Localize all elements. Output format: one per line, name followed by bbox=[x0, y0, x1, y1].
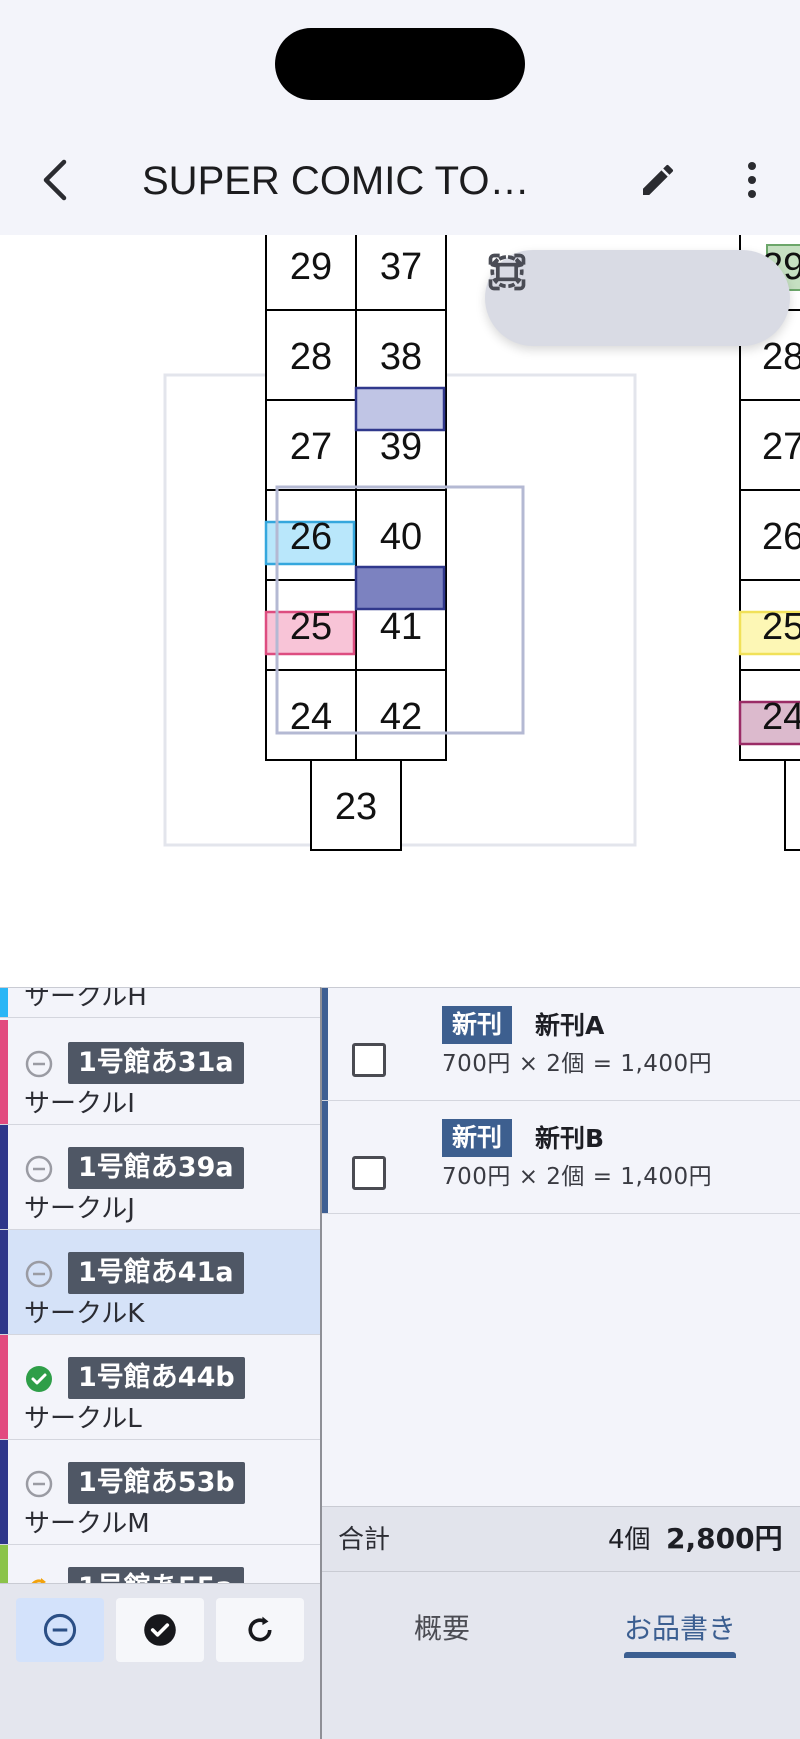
booth-number: 37 bbox=[380, 246, 422, 288]
color-stripe bbox=[0, 1230, 8, 1334]
space-code: 1号館あ53b bbox=[68, 1462, 245, 1504]
total-count: 4個 bbox=[608, 1525, 651, 1555]
tab-overview[interactable]: 概要 bbox=[382, 1604, 502, 1654]
booth-number: 25 bbox=[762, 606, 800, 648]
circle-list[interactable]: サークルH 1号館あ31a サークルI 1号館あ39a サークルJ 1号館あ41… bbox=[0, 987, 320, 1583]
booth-number: 24 bbox=[762, 696, 800, 738]
space-code: 1号館あ55a bbox=[68, 1567, 244, 1583]
item-name: 新刊B bbox=[535, 1124, 605, 1153]
filter-done-button[interactable] bbox=[116, 1598, 204, 1662]
booth-number: 29 bbox=[290, 246, 332, 288]
item-tag: 新刊 bbox=[442, 1119, 513, 1157]
item-panel: 新刊 新刊A 700円 × 2個 = 1,400円 新刊 新刊B 700円 × … bbox=[320, 987, 800, 1739]
space-code: 1号館あ44b bbox=[68, 1357, 245, 1399]
status-filter-bar bbox=[0, 1583, 320, 1739]
minus-circle-icon bbox=[43, 1613, 77, 1647]
bottom-tabs: 概要 お品書き bbox=[322, 1572, 800, 1739]
pending-status-icon bbox=[25, 1050, 53, 1078]
item-name: 新刊A bbox=[535, 1011, 605, 1040]
back-button[interactable] bbox=[30, 150, 80, 210]
item-checkbox[interactable] bbox=[352, 1156, 386, 1190]
tab-indicator bbox=[624, 1652, 736, 1658]
list-item[interactable]: 1号館あ55a bbox=[0, 1545, 320, 1583]
color-stripe bbox=[0, 1125, 8, 1229]
color-stripe bbox=[0, 1020, 8, 1124]
booth-number: 28 bbox=[762, 336, 800, 378]
app-bar: SUPER COMIC TOW… bbox=[0, 130, 800, 235]
color-stripe bbox=[0, 1335, 8, 1439]
booth-number: 27 bbox=[762, 426, 800, 468]
item-price: 700円 × 2個 = 1,400円 bbox=[442, 1164, 713, 1190]
item-row[interactable]: 新刊 新刊B 700円 × 2個 = 1,400円 bbox=[322, 1101, 800, 1214]
pending-status-icon bbox=[25, 1470, 53, 1498]
done-status-icon bbox=[25, 1365, 53, 1393]
page-title: SUPER COMIC TOW… bbox=[142, 159, 562, 203]
circle-name: サークルK bbox=[24, 1299, 145, 1329]
hall-map[interactable]: 29 28 27 26 25 24 37 38 39 40 41 42 23 2… bbox=[0, 235, 800, 987]
booth-highlight-39[interactable] bbox=[354, 386, 446, 432]
booth-number: 25 bbox=[290, 606, 332, 648]
booth-number: 39 bbox=[380, 426, 422, 468]
check-circle-icon bbox=[144, 1614, 176, 1646]
arrow-back-icon bbox=[43, 159, 67, 201]
item-tag: 新刊 bbox=[442, 1006, 513, 1044]
booth-number: 42 bbox=[380, 696, 422, 738]
refresh-status-icon bbox=[25, 1575, 53, 1583]
item-row[interactable]: 新刊 新刊A 700円 × 2個 = 1,400円 bbox=[322, 988, 800, 1101]
list-item[interactable]: 1号館あ31a サークルI bbox=[0, 1020, 320, 1125]
booth-number: 24 bbox=[290, 696, 332, 738]
booth-highlight-41[interactable] bbox=[354, 565, 446, 611]
booth-number: 28 bbox=[290, 336, 332, 378]
total-sum: 2,800円 bbox=[666, 1522, 783, 1555]
camera-cutout bbox=[275, 28, 525, 100]
map-canvas[interactable]: 29 28 27 26 25 24 37 38 39 40 41 42 23 2… bbox=[0, 235, 800, 987]
circle-name: サークルH bbox=[24, 987, 147, 1012]
color-stripe bbox=[0, 1545, 8, 1583]
list-item-selected[interactable]: 1号館あ41a サークルK bbox=[0, 1230, 320, 1335]
booth-number: 40 bbox=[380, 516, 422, 558]
item-accent bbox=[322, 1101, 328, 1213]
booth-number: 41 bbox=[380, 606, 422, 648]
color-stripe bbox=[0, 1440, 8, 1544]
circle-name: サークルM bbox=[24, 1509, 150, 1539]
booth-number: 26 bbox=[762, 516, 800, 558]
booth-number: 38 bbox=[380, 336, 422, 378]
pending-status-icon bbox=[25, 1155, 53, 1183]
item-accent bbox=[322, 988, 328, 1100]
tab-menu[interactable]: お品書き bbox=[610, 1604, 750, 1654]
space-code: 1号館あ31a bbox=[68, 1042, 244, 1084]
pending-status-icon bbox=[25, 1260, 53, 1288]
rotate-right-icon bbox=[490, 255, 524, 289]
list-item[interactable]: 1号館あ44b サークルL bbox=[0, 1335, 320, 1440]
filter-refresh-button[interactable] bbox=[216, 1598, 304, 1662]
more-options-button[interactable] bbox=[728, 152, 776, 208]
edit-button[interactable] bbox=[630, 152, 686, 208]
list-item[interactable]: 1号館あ53b サークルM bbox=[0, 1440, 320, 1545]
color-stripe bbox=[0, 988, 8, 1017]
rotate-left-button[interactable] bbox=[490, 255, 669, 330]
circle-name: サークルI bbox=[24, 1089, 135, 1119]
status-bar bbox=[0, 0, 800, 130]
filter-pending-button[interactable] bbox=[16, 1598, 104, 1662]
more-vert-icon bbox=[748, 162, 756, 198]
circle-name: サークルJ bbox=[24, 1194, 135, 1224]
total-label: 合計 bbox=[338, 1525, 391, 1555]
pencil-icon bbox=[643, 164, 674, 195]
item-checkbox[interactable] bbox=[352, 1043, 386, 1077]
space-code: 1号館あ39a bbox=[68, 1147, 244, 1189]
total-bar: 合計 4個 2,800円 bbox=[322, 1506, 800, 1572]
booth-number: 27 bbox=[290, 426, 332, 468]
space-code: 1号館あ41a bbox=[68, 1252, 244, 1294]
refresh-icon bbox=[248, 1616, 272, 1642]
booth-number: 26 bbox=[290, 516, 332, 558]
list-item[interactable]: サークルH bbox=[0, 987, 320, 1018]
map-toolbar bbox=[485, 250, 790, 346]
booth-number: 23 bbox=[335, 786, 377, 828]
item-price: 700円 × 2個 = 1,400円 bbox=[442, 1051, 713, 1077]
circle-name: サークルL bbox=[24, 1404, 142, 1434]
list-item[interactable]: 1号館あ39a サークルJ bbox=[0, 1125, 320, 1230]
rotate-right-button[interactable] bbox=[490, 255, 763, 330]
